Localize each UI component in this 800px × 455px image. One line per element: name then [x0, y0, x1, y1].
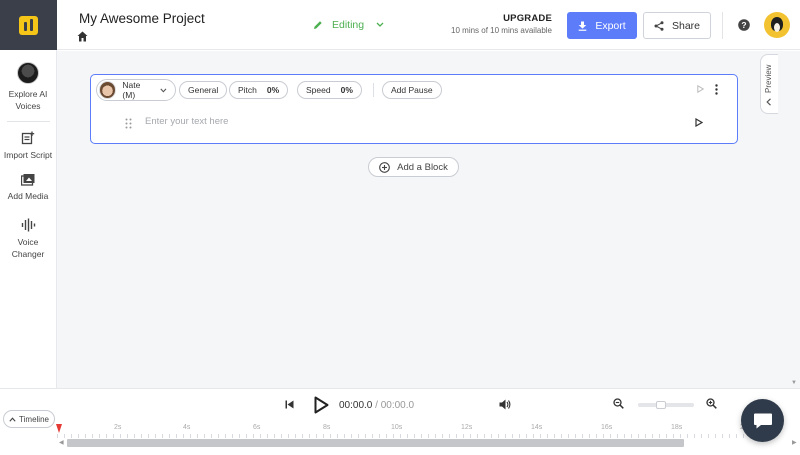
sidebar-item-add-media[interactable]: Add Media: [0, 173, 56, 202]
zoom-slider[interactable]: [638, 401, 694, 409]
chevron-left-icon: [766, 98, 771, 106]
share-label: Share: [671, 19, 701, 32]
player-bar: 00:00.0 / 00:00.0 Timeline: [0, 388, 800, 428]
voice-avatar: [99, 81, 117, 99]
app-logo[interactable]: [0, 0, 57, 50]
import-script-icon: [21, 131, 35, 145]
sidebar-divider: [6, 121, 50, 122]
voice-changer-icon: [21, 218, 35, 232]
plus-circle-icon: [379, 161, 390, 173]
timeline-label: Timeline: [19, 414, 49, 424]
play-icon[interactable]: [314, 396, 329, 414]
scroll-down-icon[interactable]: ▼: [791, 380, 797, 386]
play-block-icon[interactable]: [697, 85, 704, 93]
chat-support-button[interactable]: [741, 399, 784, 442]
home-icon[interactable]: [77, 31, 88, 42]
add-block-label: Add a Block: [397, 161, 448, 173]
total-time: 00:00.0: [380, 400, 415, 411]
playhead-marker[interactable]: [56, 424, 62, 433]
editor-workspace: Nate (M) General Pitch 0% Speed 0% Add Pau…: [57, 51, 800, 388]
speed-control[interactable]: Speed 0%: [297, 81, 362, 99]
chevron-up-icon: [9, 416, 16, 422]
ruler-label: 4s: [183, 424, 191, 431]
zoom-out-icon[interactable]: [613, 398, 624, 409]
skip-back-icon[interactable]: [285, 400, 294, 409]
header-divider: [722, 12, 723, 39]
sidebar-item-label: Explore AI Voices: [8, 89, 48, 111]
voice-name: Nate (M): [122, 80, 141, 100]
ruler-label: 18s: [671, 424, 683, 431]
mode-label: Editing: [332, 19, 365, 31]
toolbar-divider: [373, 83, 374, 97]
preview-label: Preview: [764, 64, 773, 93]
play-paragraph-icon[interactable]: [695, 118, 703, 127]
voice-selector[interactable]: Nate (M): [96, 79, 176, 101]
pitch-label: Pitch: [238, 85, 257, 95]
zoom-in-icon[interactable]: [706, 398, 717, 409]
scroll-left-icon[interactable]: ◀: [59, 439, 64, 446]
ruler-label: 10s: [391, 424, 403, 431]
download-icon: [579, 21, 587, 31]
user-avatar[interactable]: [764, 12, 790, 38]
sidebar-item-label: Voice Changer: [11, 237, 45, 259]
time-separator: /: [375, 400, 378, 411]
logo-mark-icon: [19, 15, 38, 35]
mode-dropdown[interactable]: Editing: [313, 19, 384, 31]
left-sidebar: Explore AI Voices Import Script Add Medi…: [0, 0, 57, 388]
add-pause-button[interactable]: Add Pause: [382, 81, 442, 99]
add-media-icon: [21, 174, 35, 186]
ruler-label: 8s: [323, 424, 331, 431]
ruler-ticks: [57, 434, 757, 438]
svg-text:?: ?: [741, 20, 746, 30]
sidebar-item-import-script[interactable]: Import Script: [0, 131, 56, 161]
share-icon: [654, 20, 664, 31]
zoom-slider-thumb[interactable]: [656, 401, 666, 409]
speed-value: 0%: [340, 85, 353, 95]
usage-text: 10 mins of 10 mins available: [451, 26, 552, 35]
help-icon[interactable]: ?: [738, 19, 750, 31]
sidebar-item-label: Add Media: [7, 191, 49, 201]
top-header: My Awesome Project Editing UPGRADE 10 mi…: [57, 0, 800, 50]
preview-toggle[interactable]: Preview: [760, 54, 778, 114]
add-block-button[interactable]: Add a Block: [368, 157, 459, 177]
share-button[interactable]: Share: [643, 12, 711, 39]
chevron-down-icon: [376, 22, 384, 27]
sidebar-item-explore-voices[interactable]: Explore AI Voices: [0, 62, 56, 112]
volume-icon[interactable]: [499, 399, 511, 410]
export-button[interactable]: Export: [567, 12, 637, 39]
speed-label: Speed: [306, 85, 331, 95]
pitch-value: 0%: [266, 85, 280, 95]
style-label: General: [188, 85, 219, 95]
ruler-label: 12s: [461, 424, 473, 431]
timeline-ruler[interactable]: 2s 4s 6s 8s 10s 12s 14s 16s 18s 20s ◀ ▶: [56, 420, 800, 455]
voice-avatar-icon: [17, 62, 39, 84]
text-block[interactable]: Nate (M) General Pitch 0% Speed 0% Add Pau…: [90, 74, 738, 144]
upgrade-panel[interactable]: UPGRADE 10 mins of 10 mins available: [451, 13, 552, 35]
upgrade-link[interactable]: UPGRADE: [451, 13, 552, 24]
chevron-down-icon: [160, 88, 167, 93]
pitch-control[interactable]: Pitch 0%: [229, 81, 289, 99]
ruler-label: 2s: [114, 424, 122, 431]
pencil-icon: [314, 21, 322, 29]
timeline-toggle[interactable]: Timeline: [3, 410, 55, 428]
block-text-input[interactable]: [145, 116, 645, 127]
chat-icon: [753, 413, 772, 428]
drag-handle-icon[interactable]: [125, 118, 132, 129]
style-selector[interactable]: General: [179, 81, 228, 99]
sidebar-item-label: Import Script: [3, 150, 53, 160]
current-time: 00:00.0: [339, 400, 373, 411]
ruler-label: 6s: [253, 424, 261, 431]
project-title[interactable]: My Awesome Project: [79, 11, 205, 26]
vertical-scrollbar[interactable]: ▼: [788, 51, 800, 388]
export-label: Export: [595, 19, 626, 32]
ruler-label: 16s: [601, 424, 613, 431]
more-options-icon[interactable]: [715, 84, 718, 95]
sidebar-item-voice-changer[interactable]: Voice Changer: [0, 218, 56, 260]
horizontal-scrollbar[interactable]: [67, 439, 684, 447]
time-display: 00:00.0 / 00:00.0: [339, 400, 414, 411]
scroll-right-icon[interactable]: ▶: [792, 439, 797, 446]
ruler-label: 14s: [531, 424, 543, 431]
add-pause-label: Add Pause: [391, 85, 433, 95]
